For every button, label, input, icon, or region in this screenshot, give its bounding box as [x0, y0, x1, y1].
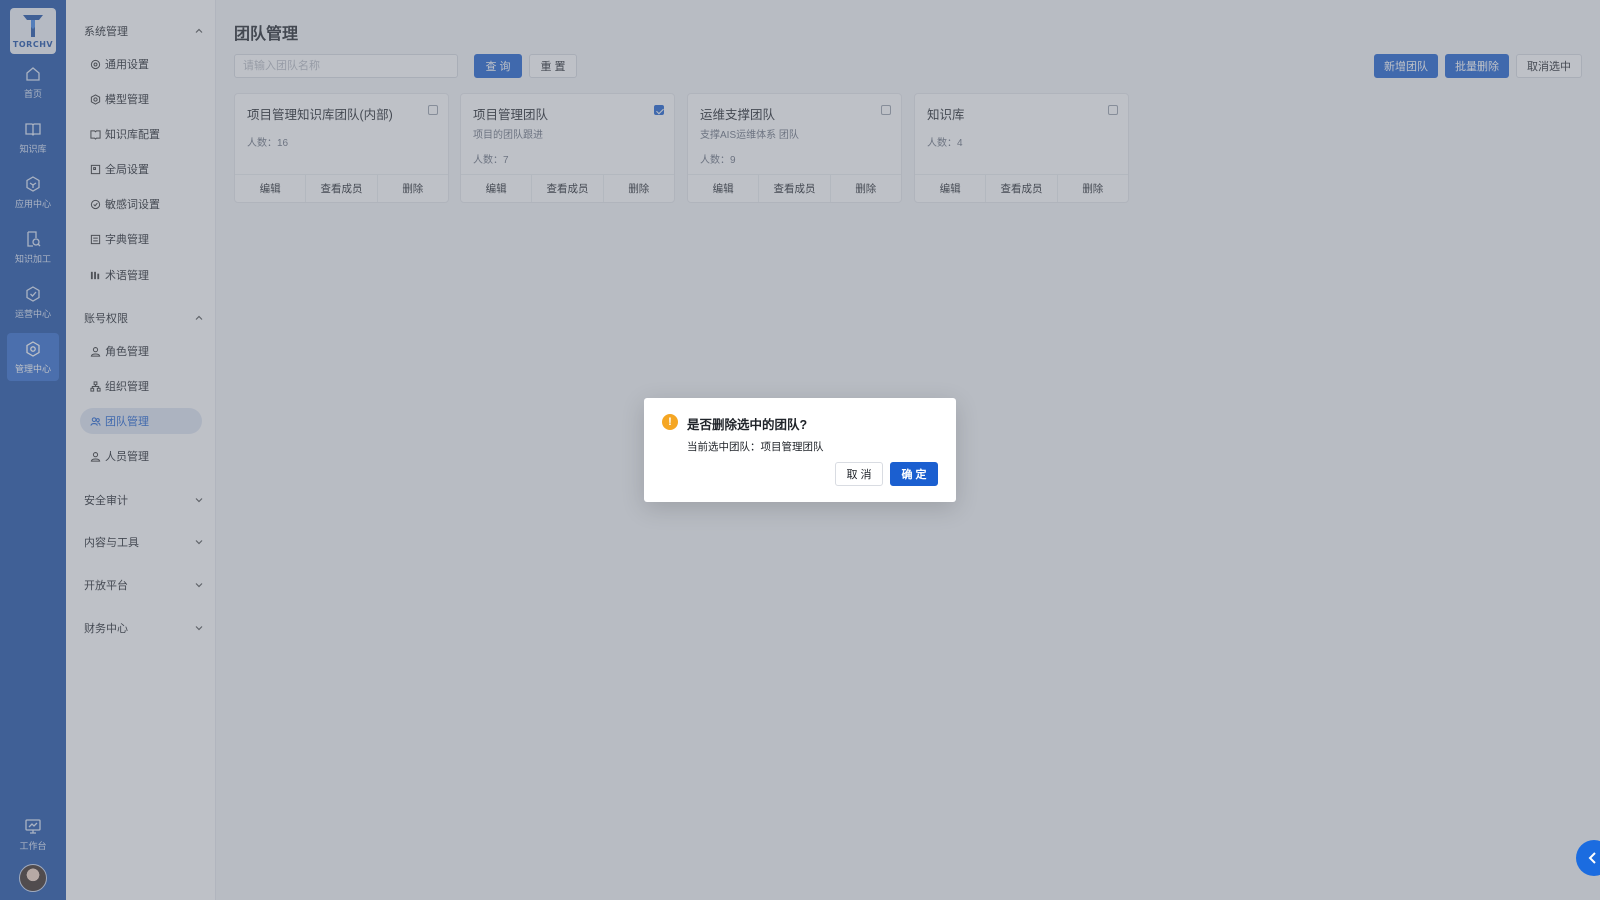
dialog-message: 当前选中团队：项目管理团队: [687, 441, 824, 453]
dialog-cancel-button[interactable]: 取 消: [835, 462, 883, 486]
confirm-delete-dialog: ! 是否删除选中的团队? 当前选中团队：项目管理团队 取 消 确 定: [644, 398, 956, 502]
dialog-title: 是否删除选中的团队?: [687, 418, 808, 432]
dialog-confirm-button[interactable]: 确 定: [890, 462, 938, 486]
chevron-left-icon: [1588, 852, 1596, 864]
warning-icon: !: [662, 414, 678, 430]
